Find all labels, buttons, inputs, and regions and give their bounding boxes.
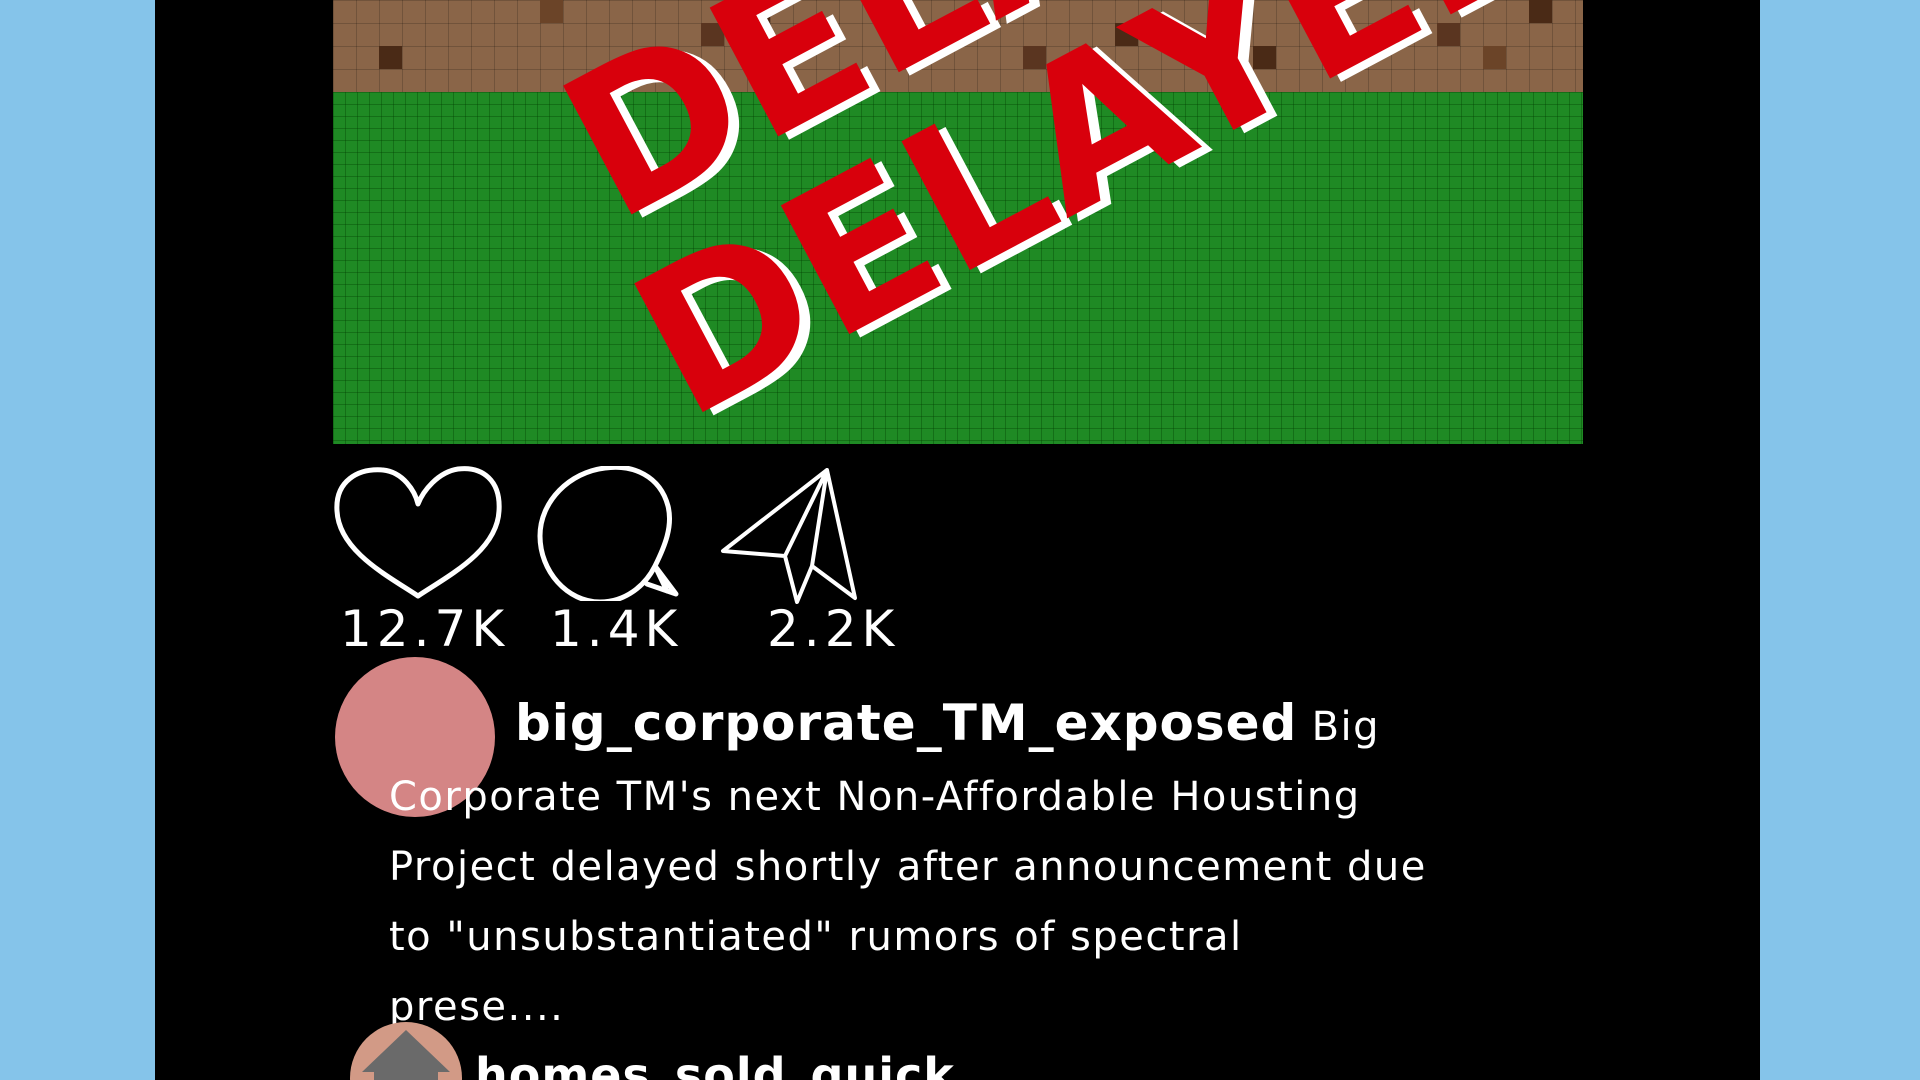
caption-username[interactable]: big_corporate_TM_exposed bbox=[515, 694, 1297, 752]
share-count: 2.2K bbox=[767, 600, 900, 658]
like-button[interactable] bbox=[333, 466, 503, 601]
delayed-stamp: DELAYED DELAYED DELAYED DELAYED bbox=[528, 0, 1583, 444]
paper-plane-icon bbox=[721, 468, 857, 604]
comment-count: 1.4K bbox=[550, 600, 683, 658]
comment-button[interactable] bbox=[535, 464, 685, 605]
speech-bubble-icon bbox=[537, 464, 679, 605]
share-button[interactable] bbox=[715, 466, 875, 604]
post-image[interactable]: DELAYED DELAYED DELAYED DELAYED bbox=[333, 0, 1583, 444]
caption-text: Big Corporate TM's next Non-Affordable H… bbox=[389, 704, 1427, 1030]
heart-icon bbox=[334, 466, 502, 599]
like-count: 12.7K bbox=[340, 600, 510, 658]
post-caption: big_corporate_TM_exposed Big Corporate T… bbox=[389, 688, 1429, 1042]
next-post-username[interactable]: homes_sold_quick bbox=[475, 1048, 955, 1080]
phone-screen: DELAYED DELAYED DELAYED DELAYED 12.7K 1.… bbox=[155, 0, 1760, 1080]
